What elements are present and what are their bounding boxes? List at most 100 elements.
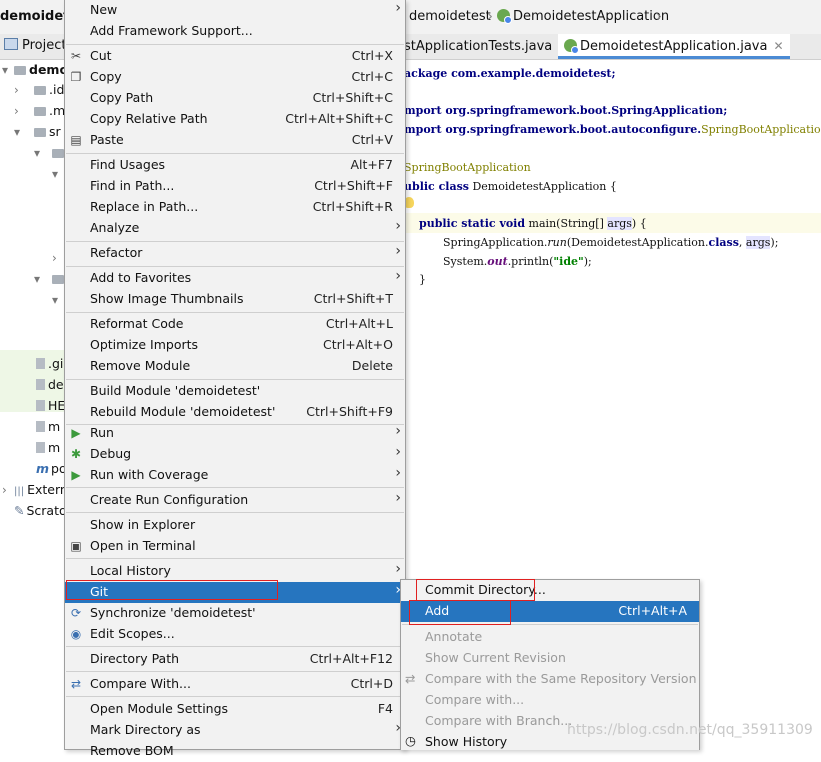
menu-item-run-with-coverage[interactable]: ▶ Run with Coverage › bbox=[65, 465, 405, 486]
tree-item-label: sr bbox=[49, 124, 61, 139]
spring-class-icon bbox=[564, 39, 579, 54]
tree-item[interactable]: › bbox=[0, 248, 66, 268]
tab-demoidetest-application[interactable]: DemoidetestApplication.java ✕ bbox=[558, 34, 790, 59]
debug-icon: ✱ bbox=[70, 447, 82, 461]
menu-item-show-image-thumbnails[interactable]: Show Image Thumbnails Ctrl+Shift+T bbox=[65, 289, 405, 310]
menu-item-analyze[interactable]: Analyze › bbox=[65, 218, 405, 239]
file-icon bbox=[36, 379, 45, 390]
menu-item-compare-with[interactable]: ⇄ Compare With... Ctrl+D bbox=[65, 674, 405, 695]
menu-item-rebuild-module[interactable]: Rebuild Module 'demoidetest' Ctrl+Shift+F… bbox=[65, 402, 405, 423]
breadcrumb-module[interactable]: demoidetest bbox=[409, 9, 491, 24]
project-tree: ▾ demo › .id › .m ▾ sr ▾ ▾ › ▾ ▾ .gi de HE m m m po › ||| Exte… bbox=[0, 60, 66, 749]
tree-item[interactable]: ▾ bbox=[0, 164, 66, 184]
menu-item-local-history[interactable]: Local History › bbox=[65, 561, 405, 582]
menu-item-paste[interactable]: ▤ Paste Ctrl+V bbox=[65, 130, 405, 151]
tree-item-label: .m bbox=[49, 103, 66, 118]
tree-item[interactable]: ▾ bbox=[0, 290, 66, 310]
menu-item-show-in-explorer[interactable]: Show in Explorer bbox=[65, 515, 405, 536]
chevron-right-icon[interactable]: › bbox=[52, 248, 57, 268]
chevron-down-icon[interactable]: ▾ bbox=[34, 269, 40, 289]
tree-item[interactable]: ▾ demo bbox=[0, 60, 66, 80]
context-menu: New › Add Framework Support... ✂ Cut Ctrl+X… bbox=[64, 0, 406, 758]
tree-item[interactable]: HE bbox=[0, 396, 66, 416]
menu-item-optimize-imports[interactable]: Optimize Imports Ctrl+Alt+O bbox=[65, 335, 405, 356]
tree-item[interactable]: de bbox=[0, 375, 66, 395]
tree-item[interactable]: m po bbox=[0, 459, 66, 479]
menu-item-edit-scopes[interactable]: ◉ Edit Scopes... bbox=[65, 624, 405, 645]
menu-item-cut[interactable]: ✂ Cut Ctrl+X bbox=[65, 46, 405, 67]
tree-item[interactable]: m bbox=[0, 417, 66, 437]
chevron-right-icon[interactable]: › bbox=[14, 80, 19, 100]
menu-item-replace-in-path[interactable]: Replace in Path... Ctrl+Shift+R bbox=[65, 197, 405, 218]
folder-icon bbox=[34, 128, 46, 137]
menu-item-copy[interactable]: ❐ Copy Ctrl+C bbox=[65, 67, 405, 88]
menu-item-create-run-configuration[interactable]: Create Run Configuration › bbox=[65, 490, 405, 511]
tree-item-label: demo bbox=[29, 62, 66, 77]
menu-item-mark-directory-as[interactable]: Mark Directory as › bbox=[65, 720, 405, 741]
menu-item-build-module[interactable]: Build Module 'demoidetest' bbox=[65, 381, 405, 402]
tree-item[interactable] bbox=[0, 227, 66, 247]
compare-icon: ⇄ bbox=[70, 677, 82, 691]
folder-icon bbox=[14, 66, 26, 75]
menu-item-new[interactable]: New › bbox=[65, 0, 405, 21]
chevron-right-icon[interactable]: › bbox=[2, 480, 7, 500]
code-line-package: ackage com.example.demoidetest; bbox=[404, 67, 616, 80]
tree-item[interactable]: ▾ bbox=[0, 143, 66, 163]
menu-item-synchronize[interactable]: ⟳ Synchronize 'demoidetest' bbox=[65, 603, 405, 624]
tree-item[interactable] bbox=[0, 206, 66, 226]
menu-separator bbox=[66, 696, 404, 697]
tree-item[interactable]: ▾ sr bbox=[0, 122, 66, 142]
menu-item-add-framework-support[interactable]: Add Framework Support... bbox=[65, 21, 405, 42]
menu-item-directory-path[interactable]: Directory Path Ctrl+Alt+F12 bbox=[65, 649, 405, 670]
chevron-down-icon[interactable]: ▾ bbox=[52, 164, 58, 184]
menu-item-refactor[interactable]: Refactor › bbox=[65, 243, 405, 264]
scope-icon: ◉ bbox=[70, 627, 82, 641]
menu-item-copy-path[interactable]: Copy Path Ctrl+Shift+C bbox=[65, 88, 405, 109]
terminal-icon: ▣ bbox=[70, 539, 82, 553]
folder-icon bbox=[52, 149, 64, 158]
git-item-show-current-revision[interactable]: Show Current Revision bbox=[401, 648, 699, 669]
tree-item[interactable]: m bbox=[0, 438, 66, 458]
chevron-right-icon[interactable]: › bbox=[14, 101, 19, 121]
tab-project-label: Project bbox=[22, 38, 67, 53]
menu-item-remove-module[interactable]: Remove Module Delete bbox=[65, 356, 405, 377]
tree-item[interactable]: ▾ bbox=[0, 269, 66, 289]
menu-item-copy-relative-path[interactable]: Copy Relative Path Ctrl+Alt+Shift+C bbox=[65, 109, 405, 130]
menu-item-debug[interactable]: ✱ Debug › bbox=[65, 444, 405, 465]
menu-item-open-in-terminal[interactable]: ▣ Open in Terminal bbox=[65, 536, 405, 557]
chevron-right-icon: › bbox=[395, 444, 401, 460]
breadcrumb-separator: › bbox=[487, 7, 493, 25]
close-icon[interactable]: ✕ bbox=[773, 39, 783, 53]
git-item-compare-with[interactable]: Compare with... bbox=[401, 690, 699, 711]
clipboard-icon: ▤ bbox=[70, 133, 82, 147]
breadcrumb-class[interactable]: DemoidetestApplication bbox=[497, 9, 669, 24]
git-item-compare-same-version[interactable]: ⇄ Compare with the Same Repository Versio… bbox=[401, 669, 699, 690]
tree-item[interactable] bbox=[0, 185, 66, 205]
menu-separator bbox=[66, 241, 404, 242]
tab-project[interactable]: Project bbox=[0, 34, 66, 58]
tree-item[interactable]: › ||| Extern bbox=[0, 480, 66, 500]
chevron-down-icon[interactable]: ▾ bbox=[2, 60, 8, 80]
watermark: https://blog.csdn.net/qq_35911309 bbox=[567, 722, 813, 738]
menu-item-add-to-favorites[interactable]: Add to Favorites › bbox=[65, 268, 405, 289]
tree-item[interactable]: ✎ Scrato bbox=[0, 501, 66, 521]
chevron-down-icon[interactable]: ▾ bbox=[14, 122, 20, 142]
tree-item[interactable]: .gi bbox=[0, 354, 66, 374]
chevron-down-icon[interactable]: ▾ bbox=[34, 143, 40, 163]
add-highlight-box bbox=[409, 600, 511, 625]
tree-item[interactable]: › .m bbox=[0, 101, 66, 121]
menu-item-reformat-code[interactable]: Reformat Code Ctrl+Alt+L bbox=[65, 314, 405, 335]
tree-item-label: m bbox=[48, 440, 61, 455]
menu-item-find-in-path[interactable]: Find in Path... Ctrl+Shift+F bbox=[65, 176, 405, 197]
menu-item-find-usages[interactable]: Find Usages Alt+F7 bbox=[65, 155, 405, 176]
menu-item-run[interactable]: ▶ Run › bbox=[65, 423, 405, 444]
chevron-down-icon[interactable]: ▾ bbox=[52, 290, 58, 310]
tab-application-tests[interactable]: stApplicationTests.java✕ bbox=[398, 34, 574, 58]
menu-item-open-module-settings[interactable]: Open Module Settings F4 bbox=[65, 699, 405, 720]
commit-highlight-box bbox=[416, 579, 535, 601]
git-item-annotate[interactable]: Annotate bbox=[401, 627, 699, 648]
menu-item-remove-bom[interactable]: Remove BOM bbox=[65, 741, 405, 762]
tree-item[interactable]: › .id bbox=[0, 80, 66, 100]
scissors-icon: ✂ bbox=[70, 49, 82, 63]
code-line-annotation: SpringBootApplication bbox=[404, 161, 531, 174]
